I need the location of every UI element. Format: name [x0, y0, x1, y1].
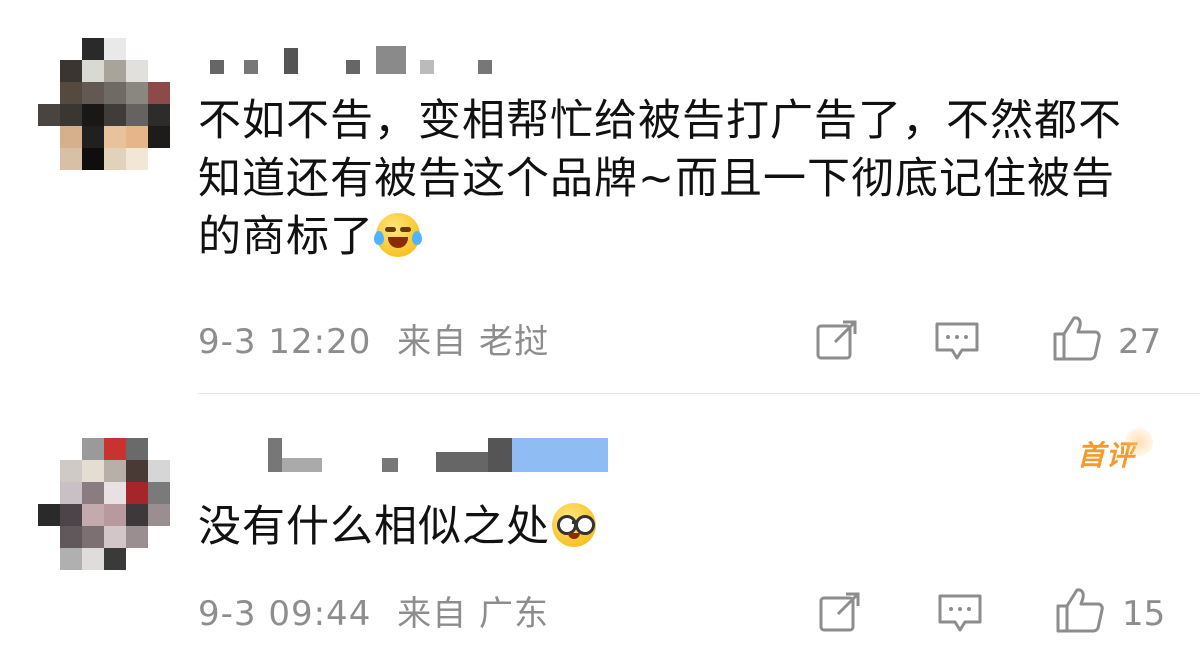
avatar[interactable]	[38, 38, 170, 170]
comment-text-line: 知道还有被告这个品牌~而且一下彻底记住被告	[198, 154, 1116, 204]
like-icon[interactable]	[1055, 586, 1105, 634]
share-icon[interactable]	[818, 592, 862, 634]
comment-text-line: 的商标了	[198, 208, 1168, 266]
comment-meta: 9-3 12:20 来自 老挝	[198, 322, 563, 362]
like-icon[interactable]	[1052, 314, 1102, 362]
avatar[interactable]	[38, 438, 170, 570]
laugh-cry-emoji	[374, 213, 422, 257]
comment-date: 9-3 09:44	[198, 594, 372, 634]
comment-text: 没有什么相似之处	[198, 498, 1168, 556]
comment-text-line: 没有什么相似之处	[198, 498, 1168, 556]
comment-date: 9-3 12:20	[198, 322, 372, 362]
like-count: 27	[1118, 322, 1162, 362]
comment-location: 来自 老挝	[397, 322, 549, 362]
glasses-emoji	[552, 503, 596, 547]
comment-location: 来自 广东	[397, 594, 549, 634]
comment-icon[interactable]	[934, 320, 980, 362]
comment-text-line: 不如不告，变相帮忙给被告打广告了，不然都不	[198, 96, 1122, 146]
comment-item: 首评 没有什么相似之处 9-3 09:44 来自 广东 15	[0, 394, 1200, 661]
like-count: 15	[1122, 594, 1166, 634]
comment-item: 不如不告，变相帮忙给被告打广告了，不然都不 知道还有被告这个品牌~而且一下彻底记…	[0, 0, 1200, 394]
first-comment-badge: 首评	[1077, 428, 1154, 474]
comment-meta: 9-3 09:44 来自 广东	[198, 594, 563, 634]
comment-icon[interactable]	[937, 592, 983, 634]
comment-text: 不如不告，变相帮忙给被告打广告了，不然都不 知道还有被告这个品牌~而且一下彻底记…	[198, 92, 1168, 266]
share-icon[interactable]	[815, 320, 859, 362]
